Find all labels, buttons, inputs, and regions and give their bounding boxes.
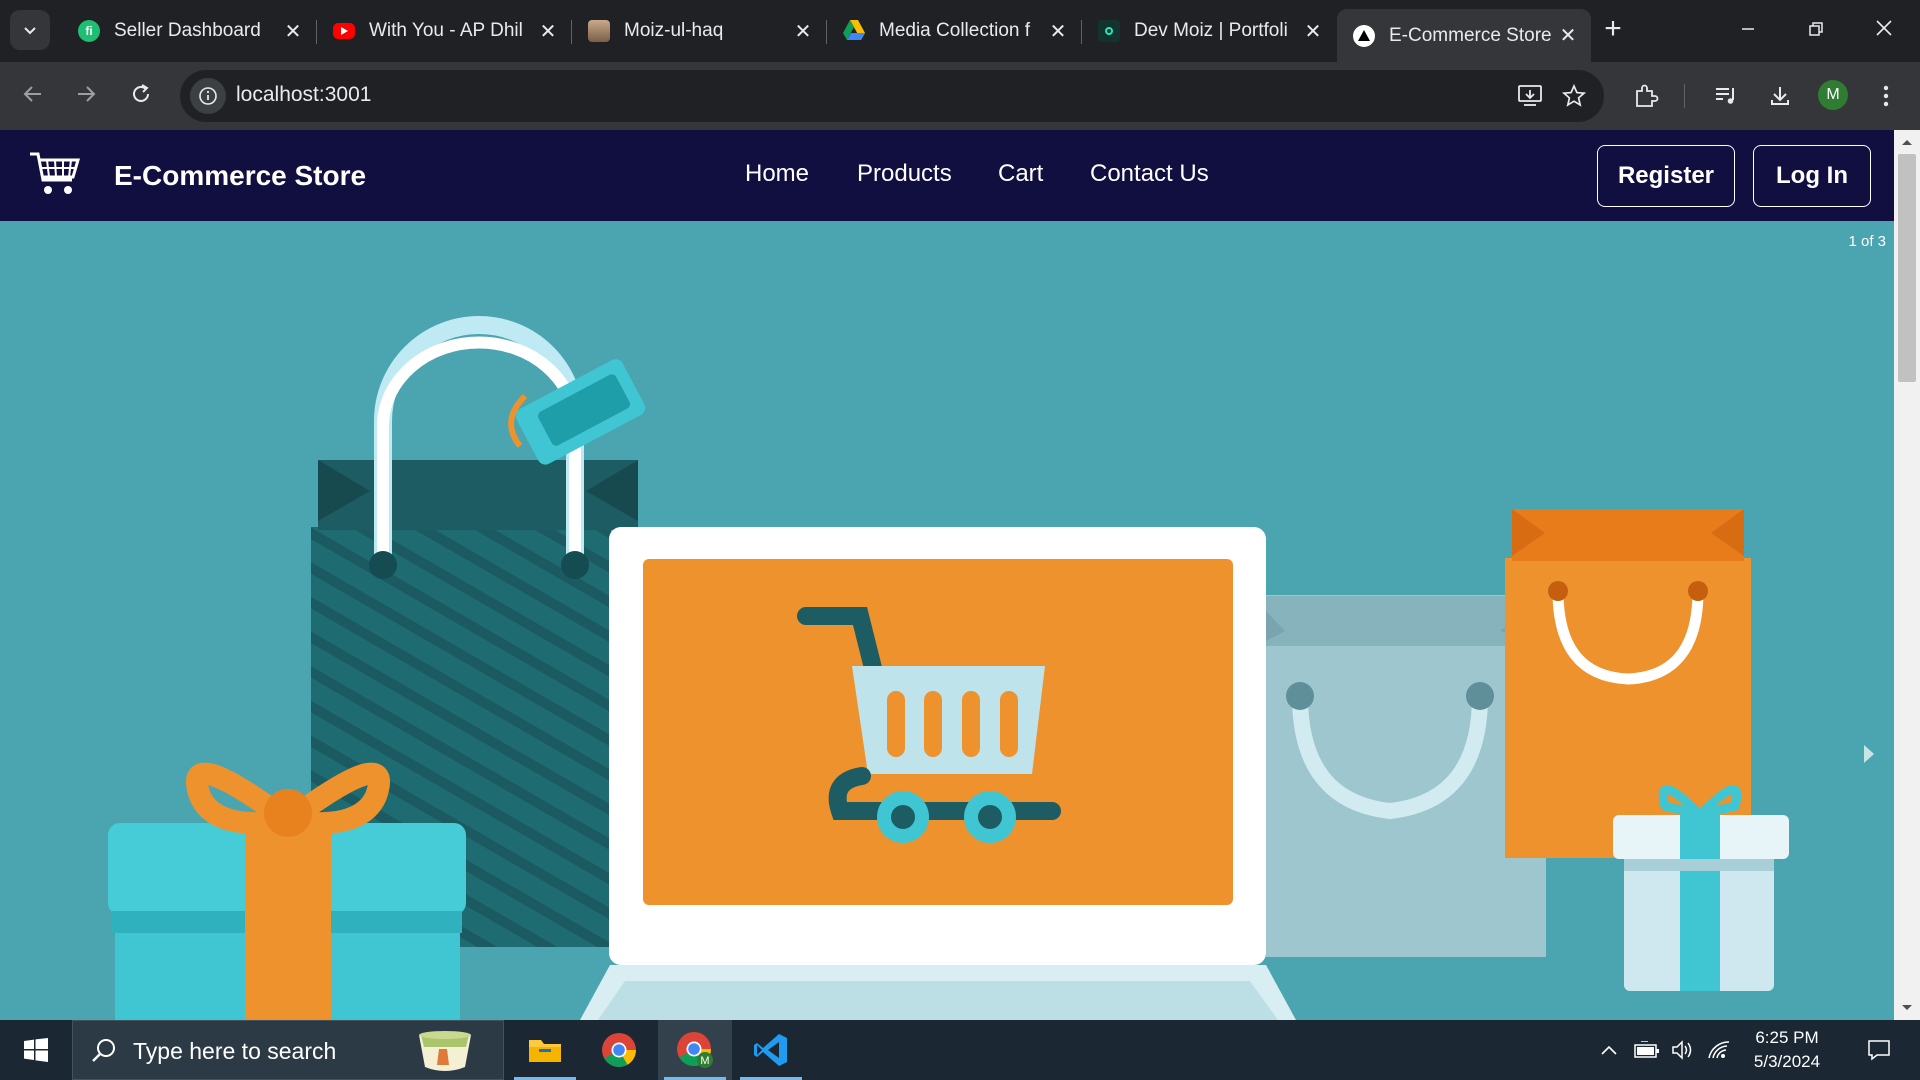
site-header: E-Commerce Store Home Products Cart Cont… — [0, 130, 1894, 221]
file-explorer-icon — [529, 1040, 561, 1062]
address-bar[interactable]: localhost:3001 — [180, 70, 1604, 122]
tab-title: Seller Dashboard — [114, 20, 261, 41]
reload-button[interactable] — [121, 76, 161, 116]
hero-carousel: 1 of 3 — [0, 221, 1894, 1020]
nav-products[interactable]: Products — [857, 160, 952, 188]
restore-icon — [1809, 22, 1823, 36]
tab-seller-dashboard[interactable]: fi Seller Dashboard ✕ — [62, 9, 316, 53]
back-button[interactable] — [13, 76, 53, 116]
more-menu-icon[interactable] — [1866, 76, 1906, 116]
close-icon[interactable]: ✕ — [282, 19, 304, 44]
grey-shopping-bag — [1266, 595, 1546, 957]
chrome-profile-icon: M — [677, 1032, 713, 1068]
minimize-icon — [1742, 28, 1754, 30]
minimize-button[interactable] — [1728, 10, 1768, 50]
clock-time: 6:25 PM — [1755, 1028, 1819, 1047]
scroll-down-icon[interactable] — [1894, 998, 1920, 1018]
browser-tab-strip: fi Seller Dashboard ✕ With You - AP Dhil… — [0, 0, 1920, 62]
close-window-button[interactable] — [1864, 10, 1904, 50]
brand-name[interactable]: E-Commerce Store — [114, 160, 366, 192]
svg-text:M: M — [700, 1055, 709, 1067]
volume-icon[interactable] — [1668, 1020, 1698, 1080]
close-icon — [1876, 20, 1892, 36]
arrow-left-icon — [23, 86, 41, 102]
slide-counter: 1 of 3 — [1848, 233, 1886, 250]
shopping-illustration — [108, 316, 1789, 1020]
login-button[interactable]: Log In — [1753, 145, 1871, 207]
tab-title: E-Commerce Store — [1389, 24, 1552, 46]
reload-icon — [133, 84, 149, 102]
carousel-next-arrow-icon[interactable] — [1862, 743, 1876, 770]
arrow-right-icon — [78, 86, 96, 102]
taskbar-chrome-profile[interactable]: M — [658, 1020, 732, 1080]
start-button[interactable] — [0, 1020, 72, 1080]
site-info-icon[interactable] — [190, 78, 226, 114]
tab-moiz-ul-haq[interactable]: Moiz-ul-haq ✕ — [572, 9, 826, 53]
chevron-down-icon — [24, 27, 36, 35]
tab-dev-moiz-portfolio[interactable]: Dev Moiz | Portfoli ✕ — [1082, 9, 1336, 53]
tab-with-you[interactable]: With You - AP Dhil ✕ — [317, 9, 571, 53]
taskbar-search-box[interactable]: Type here to search — [72, 1020, 504, 1080]
close-icon[interactable]: ✕ — [1302, 19, 1324, 44]
tab-e-commerce-store[interactable]: E-Commerce Store ✕ — [1337, 9, 1591, 62]
portfolio-icon — [1098, 20, 1120, 42]
forward-button[interactable] — [66, 76, 106, 116]
page-scrollbar[interactable] — [1894, 130, 1920, 1020]
url-text: localhost:3001 — [236, 83, 372, 106]
fiverr-icon: fi — [78, 20, 100, 42]
nav-contact-us[interactable]: Contact Us — [1090, 160, 1209, 188]
tab-title: Media Collection f — [879, 20, 1031, 41]
youtube-icon — [333, 23, 355, 39]
wifi-icon[interactable] — [1704, 1020, 1734, 1080]
tab-title: Dev Moiz | Portfoli — [1134, 20, 1288, 41]
google-drive-icon — [843, 20, 865, 42]
media-control-icon[interactable] — [1706, 76, 1746, 116]
restore-button[interactable] — [1796, 10, 1836, 50]
shopping-cart-logo-icon[interactable] — [28, 150, 81, 203]
battery-icon[interactable] — [1632, 1020, 1662, 1080]
taskbar-clock[interactable]: 6:25 PM 5/3/2024 — [1742, 1026, 1832, 1074]
small-gift-box — [1613, 785, 1789, 991]
taskbar-chrome[interactable] — [582, 1020, 656, 1080]
tab-title: Moiz-ul-haq — [624, 20, 724, 41]
nav-home[interactable]: Home — [745, 160, 809, 188]
notifications-icon[interactable] — [1854, 1020, 1904, 1080]
close-icon[interactable]: ✕ — [792, 19, 814, 44]
search-highlight-tea-cup-icon — [419, 1031, 471, 1071]
bookmark-star-icon[interactable] — [1554, 76, 1594, 116]
extensions-icon[interactable] — [1626, 76, 1666, 116]
close-icon[interactable]: ✕ — [1557, 23, 1579, 48]
nav-cart[interactable]: Cart — [998, 160, 1043, 188]
install-app-icon[interactable] — [1510, 76, 1550, 116]
page-viewport: E-Commerce Store Home Products Cart Cont… — [0, 130, 1920, 1020]
tab-media-collection[interactable]: Media Collection f ✕ — [827, 9, 1081, 53]
register-button[interactable]: Register — [1597, 145, 1735, 207]
profile-photo-icon — [588, 20, 610, 42]
taskbar-file-explorer[interactable] — [508, 1020, 582, 1080]
search-placeholder: Type here to search — [133, 1038, 337, 1064]
clock-date: 5/3/2024 — [1753, 1052, 1821, 1071]
toolbar-divider — [1684, 84, 1685, 108]
browser-toolbar: localhost:3001 — [0, 62, 1920, 130]
tab-search-button[interactable] — [10, 10, 50, 50]
search-icon — [92, 1039, 115, 1062]
profile-avatar[interactable]: M — [1818, 80, 1848, 110]
taskbar-vscode[interactable] — [734, 1020, 808, 1080]
close-icon[interactable]: ✕ — [537, 19, 559, 44]
triangle-logo-icon — [1353, 24, 1375, 47]
new-tab-button[interactable]: + — [1596, 14, 1630, 48]
close-icon[interactable]: ✕ — [1047, 19, 1069, 44]
scroll-thumb[interactable] — [1898, 154, 1916, 382]
chrome-icon — [602, 1033, 636, 1067]
tray-show-hidden-icon[interactable] — [1596, 1020, 1622, 1080]
windows-logo-icon — [24, 1038, 48, 1062]
downloads-icon[interactable] — [1760, 76, 1800, 116]
windows-taskbar: Type here to search M 6:25 PM 5/3/2024 — [0, 1020, 1920, 1080]
tab-title: With You - AP Dhil — [369, 20, 523, 41]
scroll-up-icon[interactable] — [1894, 132, 1920, 152]
vscode-icon — [754, 1034, 787, 1066]
